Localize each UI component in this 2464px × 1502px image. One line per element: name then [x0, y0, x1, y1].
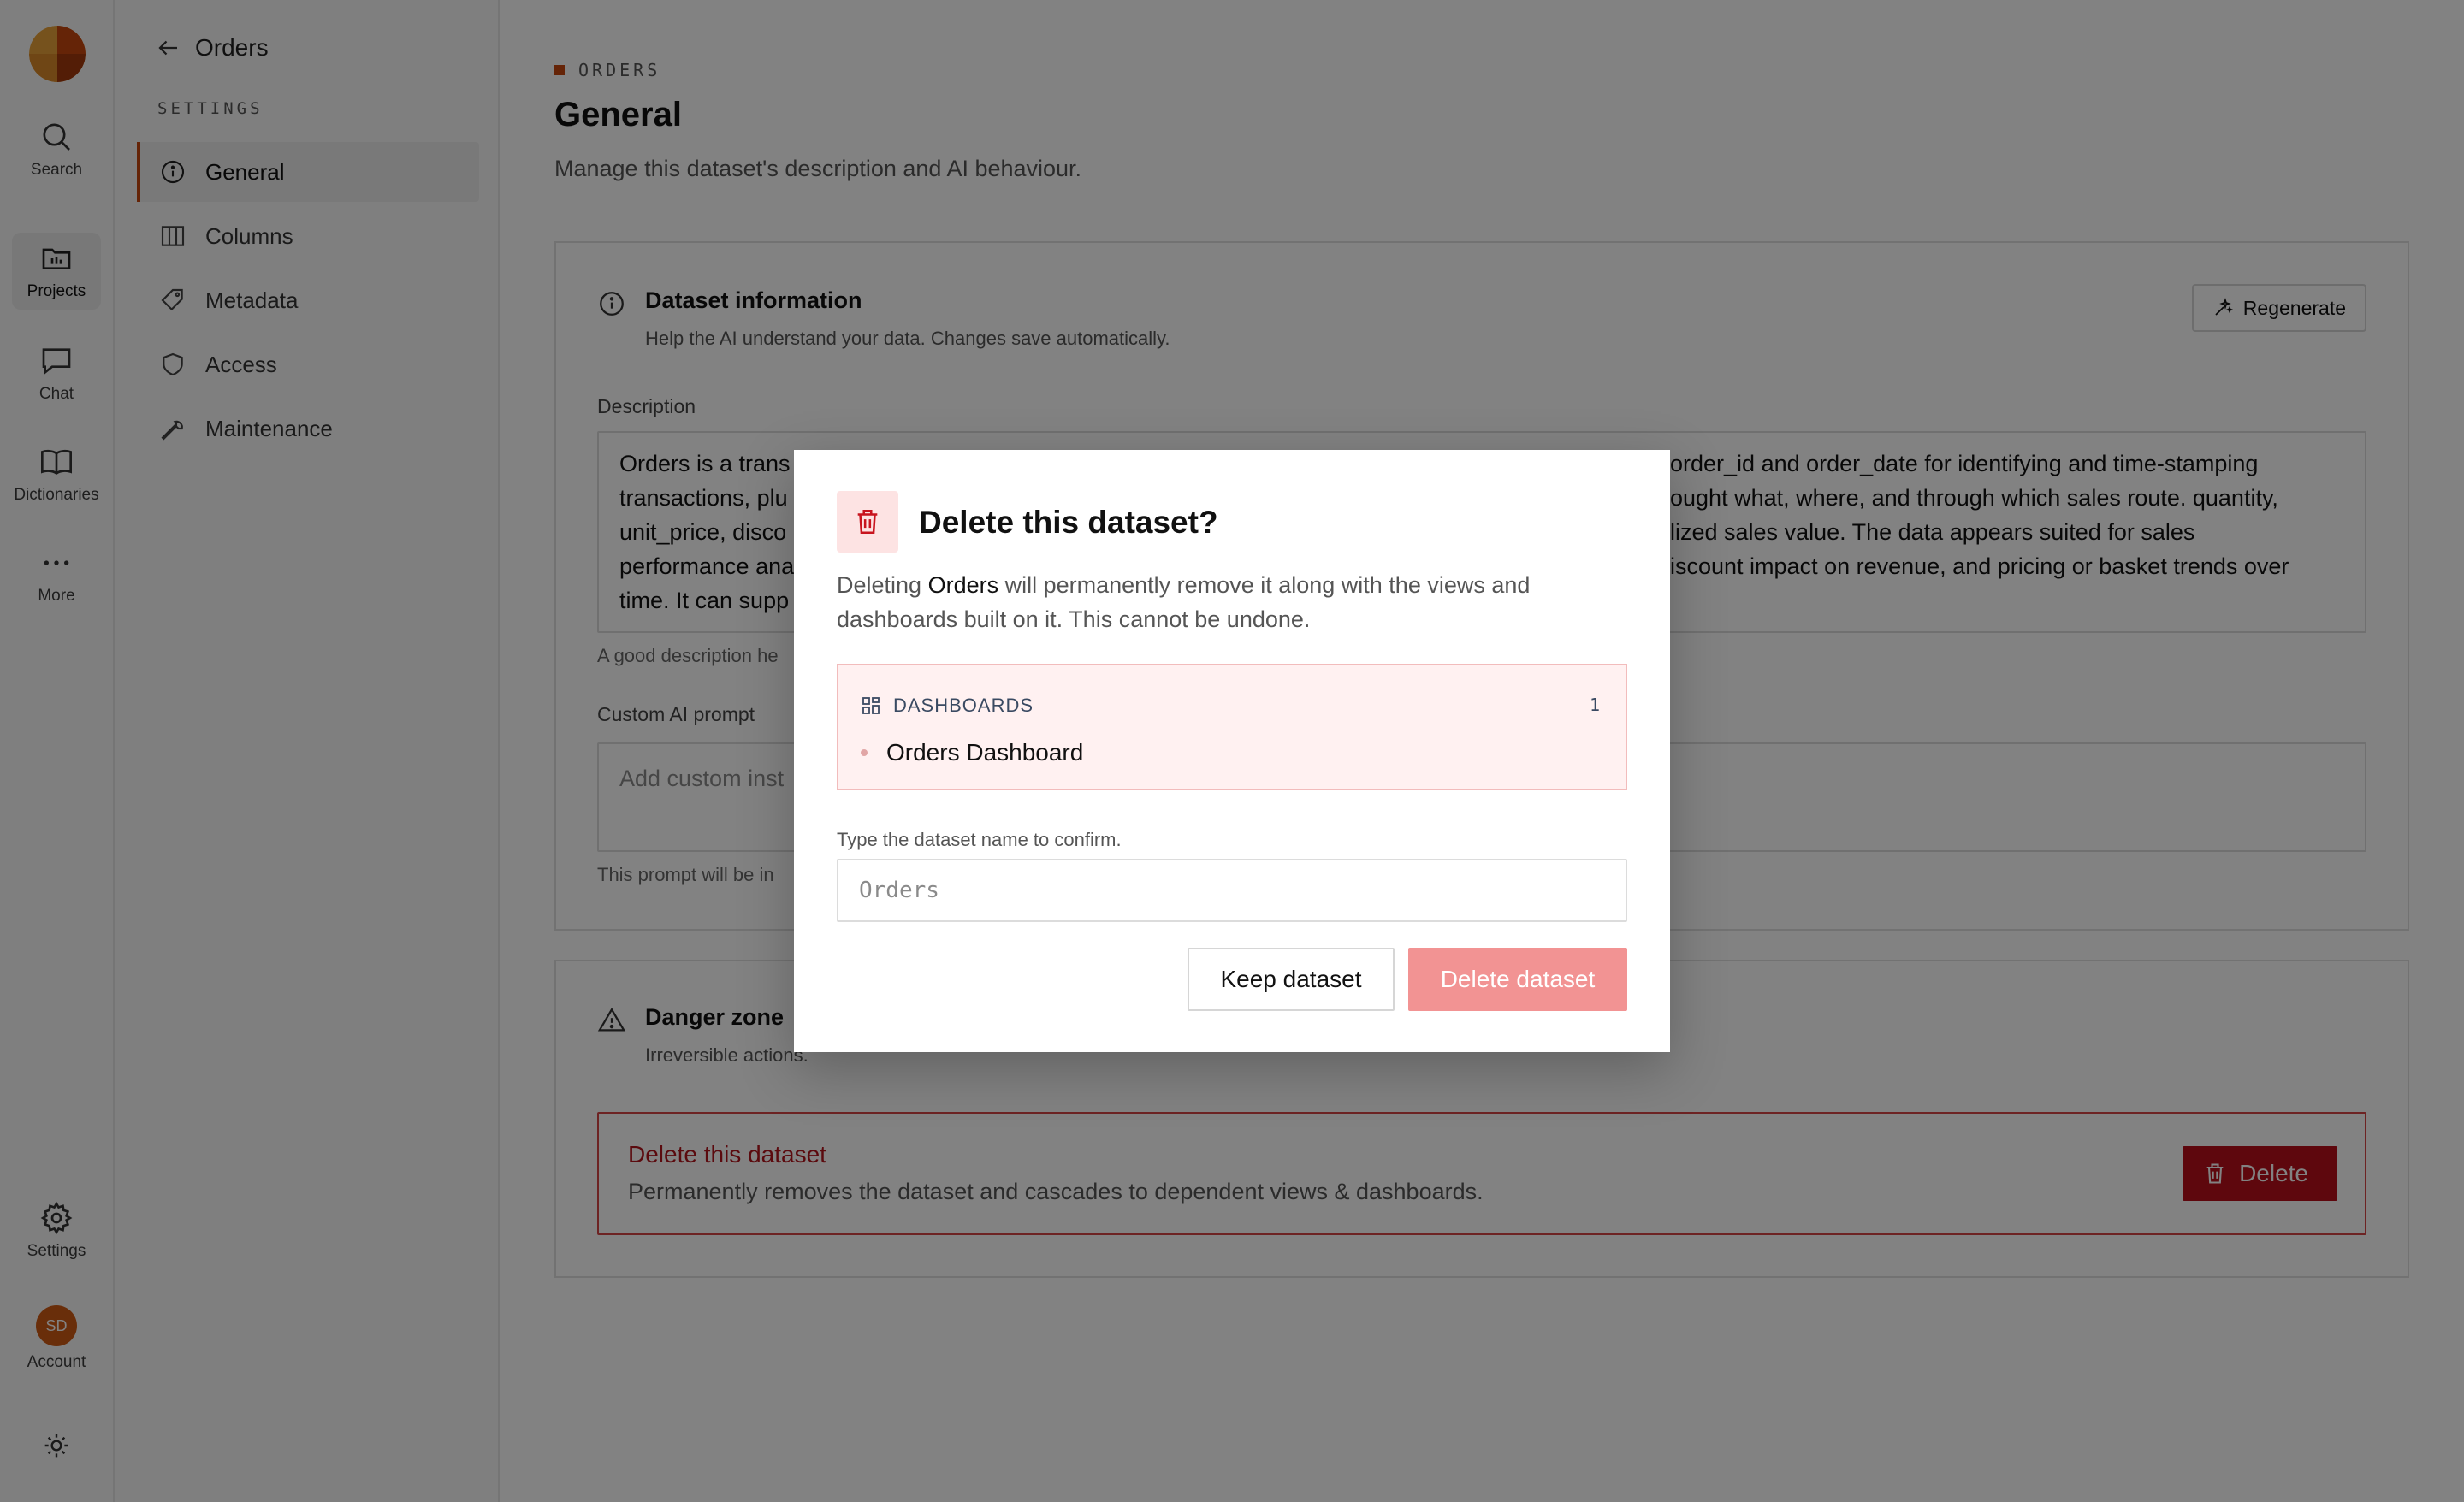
affected-heading-label: DASHBOARDS — [893, 695, 1034, 716]
affected-dashboards: DASHBOARDS 1 Orders Dashboard — [837, 664, 1627, 790]
confirm-name-placeholder: Orders — [859, 878, 939, 903]
delete-dataset-button[interactable]: Delete dataset — [1408, 948, 1627, 1011]
dialog-title: Delete this dataset? — [919, 505, 1218, 540]
dialog-icon-badge — [837, 491, 898, 553]
affected-count: 1 — [1589, 695, 1600, 715]
confirm-label: Type the dataset name to confirm. — [837, 829, 1122, 850]
dialog-dataset-name: Orders — [927, 572, 999, 598]
affected-heading: DASHBOARDS — [861, 695, 1034, 717]
dialog-body-prefix: Deleting — [837, 572, 928, 598]
dialog-body: Deleting Orders will permanently remove … — [837, 568, 1607, 636]
keep-dataset-button[interactable]: Keep dataset — [1188, 948, 1395, 1011]
affected-item-label: Orders Dashboard — [886, 739, 1084, 766]
dashboard-icon — [862, 697, 880, 714]
confirm-name-input[interactable]: Orders — [837, 859, 1627, 922]
bullet-icon — [861, 749, 868, 756]
list-item: Orders Dashboard — [861, 739, 1083, 766]
trash-icon — [857, 509, 878, 535]
delete-dataset-dialog: Delete this dataset? Deleting Orders wil… — [794, 450, 1670, 1052]
